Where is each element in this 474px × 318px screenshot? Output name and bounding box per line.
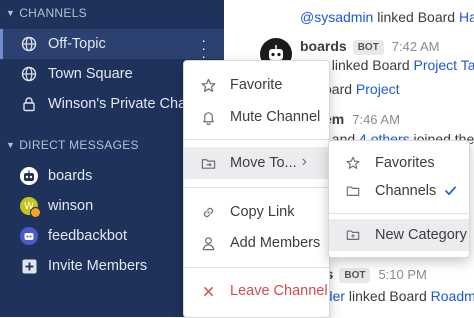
message-text: t linked Board — [324, 57, 414, 73]
robot-icon — [22, 169, 36, 183]
menu-item-move-to[interactable]: Move To... › — [184, 147, 329, 179]
sidebar-item-off-topic[interactable]: Off-Topic ··· — [0, 29, 224, 59]
avatar: W — [20, 197, 38, 215]
menu-item-label: Add Members — [230, 235, 320, 251]
move-to-submenu: Favorites Channels New Category — [328, 140, 470, 258]
menu-item-label: Leave Channel — [230, 283, 328, 299]
close-icon — [200, 283, 216, 299]
sidebar-item-label: feedbackbot — [48, 228, 127, 244]
globe-icon — [20, 35, 38, 53]
bot-badge: BOT — [339, 268, 370, 283]
channels-header-label: CHANNELS — [19, 6, 87, 20]
sidebar-item-label: boards — [48, 168, 92, 184]
kebab-menu-icon[interactable]: ··· — [201, 36, 206, 60]
avatar — [20, 227, 38, 245]
message-line: uder linked Board Roadm — [317, 288, 474, 304]
star-icon — [200, 77, 216, 93]
bot-badge: BOT — [353, 40, 384, 55]
dm-header-label: DIRECT MESSAGES — [19, 138, 139, 152]
submenu-item-label: Channels — [375, 183, 436, 199]
menu-item-mute-channel[interactable]: Mute Channel — [184, 101, 329, 133]
post-header: em7:46 AM — [324, 111, 400, 127]
new-folder-icon — [345, 227, 361, 243]
globe-icon — [20, 65, 38, 83]
avatar — [20, 167, 38, 185]
menu-item-label: Copy Link — [230, 204, 294, 220]
menu-divider — [184, 267, 329, 268]
submenu-item-channels[interactable]: Channels — [329, 175, 469, 207]
plus-box-icon — [20, 257, 38, 275]
menu-item-add-members[interactable]: Add Members — [184, 227, 329, 259]
menu-item-label: Mute Channel — [230, 109, 320, 125]
submenu-item-new-category[interactable]: New Category — [329, 219, 469, 251]
menu-item-favorite[interactable]: Favorite — [184, 69, 329, 101]
post-time[interactable]: 7:42 AM — [392, 39, 440, 54]
away-status-icon — [30, 207, 41, 218]
checkmark-icon — [444, 184, 457, 201]
submenu-item-label: New Category — [375, 227, 467, 243]
message-line: @sysadmin linked Board Hars — [300, 9, 474, 25]
board-link[interactable]: Hars — [459, 9, 474, 25]
sidebar-item-label: Off-Topic — [48, 36, 106, 52]
board-link[interactable]: Project Ta — [414, 57, 474, 73]
menu-divider — [184, 187, 329, 188]
post-header: boards BOT 7:42 AM — [300, 38, 440, 55]
person-icon — [200, 235, 216, 251]
submenu-item-label: Favorites — [375, 155, 435, 171]
folder-icon — [345, 183, 361, 199]
post-time[interactable]: 5:10 PM — [378, 267, 426, 282]
star-icon — [345, 155, 361, 171]
post-header: dsBOT5:10 PM — [317, 266, 427, 283]
move-icon — [200, 155, 216, 171]
channels-section-header[interactable]: ▼ CHANNELS — [6, 6, 87, 20]
message-text: linked Board — [345, 288, 431, 304]
chevron-down-icon: ▼ — [6, 140, 15, 150]
lock-icon — [20, 95, 38, 113]
robot-icon — [23, 230, 35, 242]
dm-section-header[interactable]: ▼ DIRECT MESSAGES — [6, 138, 139, 152]
menu-divider — [329, 213, 469, 214]
invite-members-label: Invite Members — [48, 258, 147, 274]
sidebar-item-label: winson — [48, 198, 93, 214]
menu-divider — [184, 139, 329, 140]
menu-item-label: Move To... — [230, 155, 297, 171]
menu-item-copy-link[interactable]: Copy Link — [184, 196, 329, 228]
sidebar-item-label: Town Square — [48, 66, 133, 82]
user-mention[interactable]: @sysadmin — [300, 9, 373, 25]
bell-icon — [200, 109, 216, 125]
menu-item-leave-channel[interactable]: Leave Channel — [184, 275, 329, 307]
board-link[interactable]: Roadm — [431, 288, 474, 304]
channel-context-menu: Favorite Mute Channel Move To... › Copy … — [183, 60, 330, 318]
post-time[interactable]: 7:46 AM — [352, 112, 400, 127]
board-link[interactable]: Project — [356, 81, 400, 97]
message-line: t linked Board Project Ta — [324, 57, 474, 73]
chevron-right-icon: › — [302, 153, 307, 171]
menu-item-label: Favorite — [230, 77, 282, 93]
link-icon — [200, 204, 216, 220]
post-author[interactable]: boards — [300, 38, 347, 54]
message-text: linked Board — [373, 9, 459, 25]
chevron-down-icon: ▼ — [6, 8, 15, 18]
message-line: oard Project — [324, 81, 400, 97]
